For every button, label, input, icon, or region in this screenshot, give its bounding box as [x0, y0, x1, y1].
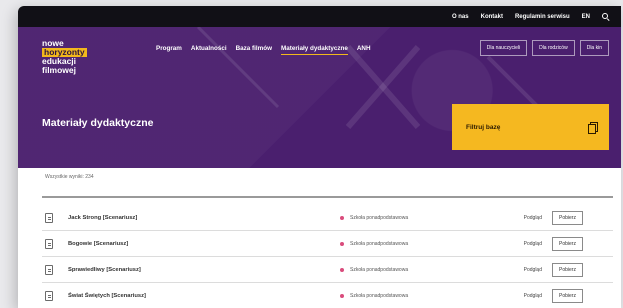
page-title: Materiały dydaktyczne — [42, 117, 154, 129]
document-icon — [45, 290, 53, 301]
results-divider — [42, 196, 613, 198]
link-contact[interactable]: Kontakt — [481, 14, 503, 20]
result-title[interactable]: Bogowie [Scenariusz] — [68, 241, 318, 247]
result-row: Świat Świętych [Scenariusz] Szkoła ponad… — [42, 283, 613, 308]
school-level: Szkoła ponadpodstawowa — [350, 240, 409, 247]
download-button[interactable]: Pobierz — [552, 210, 583, 225]
browser-page: O nas Kontakt Regulamin serwisu EN nowe … — [18, 6, 621, 308]
document-icon — [45, 264, 53, 275]
site-header: nowe horyzonty edukacji filmowej Program… — [18, 27, 621, 168]
document-icon — [45, 238, 53, 249]
result-row: Bogowie [Scenariusz] Szkoła ponadpodstaw… — [42, 231, 613, 257]
result-row: Sprawiedliwy [Scenariusz] Szkoła ponadpo… — [42, 257, 613, 283]
audience-cinemas-button[interactable]: Dla kin — [579, 40, 609, 56]
top-utility-bar: O nas Kontakt Regulamin serwisu EN — [18, 6, 621, 27]
main-navigation: Program Aktualności Baza filmów Materiał… — [156, 45, 371, 55]
preview-link[interactable]: Podgląd — [510, 241, 542, 247]
link-about[interactable]: O nas — [452, 14, 469, 20]
download-button[interactable]: Pobierz — [552, 288, 583, 303]
results-count: Wszystkie wyniki: 234 — [45, 174, 94, 180]
link-terms[interactable]: Regulamin serwisu — [515, 14, 570, 20]
document-icon — [45, 212, 53, 223]
nav-anh[interactable]: ANH — [357, 45, 371, 55]
filter-label: Filtruj bazę — [466, 123, 501, 131]
filter-database-button[interactable]: Filtruj bazę — [452, 104, 609, 150]
nav-film-database[interactable]: Baza filmów — [236, 45, 272, 55]
audience-teachers-button[interactable]: Dla nauczycieli — [479, 40, 528, 56]
audience-switcher: Dla nauczycieli Dla rodziców Dla kin — [479, 40, 609, 56]
preview-link[interactable]: Podgląd — [510, 215, 542, 221]
audience-parents-button[interactable]: Dla rodziców — [532, 40, 575, 56]
download-button[interactable]: Pobierz — [552, 262, 583, 277]
nav-program[interactable]: Program — [156, 45, 182, 55]
result-row: Jack Strong [Scenariusz] Szkoła ponadpod… — [42, 205, 613, 231]
language-switch[interactable]: EN — [582, 14, 590, 20]
filter-icon — [588, 121, 598, 134]
result-title[interactable]: Sprawiedliwy [Scenariusz] — [68, 267, 318, 273]
search-icon[interactable] — [602, 13, 609, 20]
preview-link[interactable]: Podgląd — [510, 293, 542, 299]
school-level-dot — [340, 267, 344, 272]
school-level-dot — [340, 215, 344, 220]
school-level: Szkoła ponadpodstawowa — [350, 292, 409, 299]
nav-teaching-materials[interactable]: Materiały dydaktyczne — [281, 45, 348, 55]
result-title[interactable]: Świat Świętych [Scenariusz] — [68, 293, 318, 299]
site-logo[interactable]: nowe horyzonty edukacji filmowej — [42, 39, 87, 75]
school-level-dot — [340, 241, 344, 246]
school-level-dot — [340, 293, 344, 298]
download-button[interactable]: Pobierz — [552, 236, 583, 251]
school-level: Szkoła ponadpodstawowa — [350, 266, 409, 273]
result-title[interactable]: Jack Strong [Scenariusz] — [68, 215, 318, 221]
preview-link[interactable]: Podgląd — [510, 267, 542, 273]
nav-news[interactable]: Aktualności — [191, 45, 227, 55]
school-level: Szkoła ponadpodstawowa — [350, 214, 409, 221]
